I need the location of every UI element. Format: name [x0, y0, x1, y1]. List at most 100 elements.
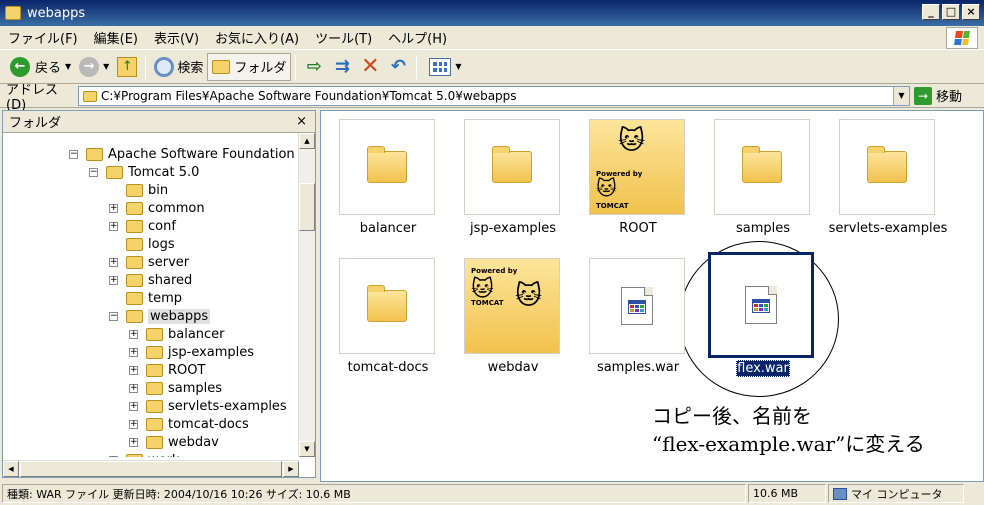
tree-item[interactable]: + shared [109, 271, 192, 289]
expand-icon[interactable]: + [109, 275, 118, 285]
toolbar: ← 戻る ▼ → ▼ ↑ 検索 フォルダ ⇨ ⇉ ✕ ↶ ▼ [0, 50, 984, 84]
folders-button[interactable]: フォルダ [207, 52, 292, 81]
folder-icon [146, 399, 163, 413]
menu-favorites[interactable]: お気に入り(A) [207, 28, 307, 47]
views-icon [429, 57, 452, 76]
dropdown-arrow-icon[interactable]: ▼ [65, 62, 71, 71]
thumbnail-frame [464, 119, 560, 215]
dropdown-arrow-icon[interactable]: ▼ [103, 62, 109, 71]
expand-icon[interactable]: + [129, 437, 138, 447]
address-dropdown-icon[interactable]: ▼ [893, 87, 909, 105]
expand-icon[interactable]: + [109, 455, 118, 457]
scroll-up-icon[interactable]: ▲ [299, 133, 315, 149]
tree-item[interactable]: + ROOT [129, 361, 205, 379]
thumbnail-frame [839, 119, 935, 215]
expand-icon[interactable]: + [129, 401, 138, 411]
go-label: 移動 [936, 90, 963, 105]
vertical-scrollbar[interactable]: ▲ ▼ [298, 133, 315, 457]
expand-icon[interactable]: + [129, 383, 138, 393]
tree-item[interactable]: + balancer [129, 325, 225, 343]
expand-icon[interactable]: + [109, 221, 118, 231]
tree-item-label: webapps [148, 308, 211, 324]
menu-tools[interactable]: ツール(T) [307, 28, 380, 47]
folder-icon [126, 453, 143, 457]
scroll-left-icon[interactable]: ◀ [3, 461, 19, 477]
status-location-label: マイ コンピュータ [851, 487, 943, 501]
search-button[interactable]: 検索 [150, 53, 207, 81]
tree-item[interactable]: + webdav [129, 433, 219, 451]
tree-item[interactable]: − Apache Software Foundation [69, 145, 295, 163]
tree-item[interactable]: + conf [109, 217, 176, 235]
folder-icon [126, 273, 143, 287]
forward-button[interactable]: → ▼ [75, 53, 113, 81]
folder-item[interactable]: servlets-examples [829, 113, 947, 243]
up-folder-icon: ↑ [117, 56, 138, 77]
menu-file[interactable]: ファイル(F) [0, 28, 86, 47]
up-folder-button[interactable]: ↑ [113, 53, 141, 81]
expand-icon[interactable]: + [129, 347, 138, 357]
status-location: マイ コンピュータ [828, 484, 964, 503]
folder-item[interactable]: balancer [333, 113, 443, 243]
tree-item[interactable]: + server [109, 253, 189, 271]
go-button[interactable]: → 移動 [914, 86, 962, 105]
close-button[interactable]: × [962, 4, 980, 20]
move-to-icon[interactable]: ⇨ [303, 56, 325, 77]
collapse-icon[interactable]: − [109, 311, 118, 321]
tree-item[interactable]: temp [109, 289, 182, 307]
tree-item-label: bin [148, 182, 169, 198]
back-button[interactable]: ← 戻る ▼ [6, 53, 75, 81]
address-input[interactable]: C:¥Program Files¥Apache Software Foundat… [78, 86, 910, 106]
tree-item[interactable]: bin [109, 181, 168, 199]
folder-pane-title: フォルダ [9, 116, 62, 131]
expand-icon[interactable]: + [109, 203, 118, 213]
folder-item[interactable]: jsp-examples [458, 113, 568, 243]
copy-to-icon[interactable]: ⇉ [331, 56, 353, 77]
tree-item[interactable]: − Tomcat 5.0 [89, 163, 199, 181]
tree-item[interactable]: logs [109, 235, 175, 253]
folder-item[interactable]: 🐱 🐱 Powered by TOMCAT webdav [458, 252, 568, 382]
tree-item[interactable]: + samples [129, 379, 222, 397]
views-button[interactable]: ▼ [421, 53, 465, 81]
expand-icon[interactable]: + [129, 329, 138, 339]
file-item[interactable]: samples.war [583, 252, 693, 382]
menu-help[interactable]: ヘルプ(H) [380, 28, 455, 47]
folder-item[interactable]: 🐱 🐱 Powered by TOMCAT ROOT [583, 113, 693, 243]
tree-item[interactable]: + tomcat-docs [129, 415, 249, 433]
folder-item[interactable]: tomcat-docs [333, 252, 443, 382]
tree-item-label: common [148, 200, 205, 216]
folder-icon [126, 219, 143, 233]
window-title: webapps [27, 5, 86, 21]
menu-view[interactable]: 表示(V) [146, 28, 207, 47]
scroll-thumb[interactable] [20, 461, 282, 477]
maximize-button[interactable]: □ [942, 4, 960, 20]
expand-icon[interactable]: + [129, 365, 138, 375]
folder-pane: フォルダ × − Apache Software Foundation − Tomca… [2, 110, 316, 478]
scroll-down-icon[interactable]: ▼ [299, 441, 315, 457]
collapse-icon[interactable]: − [89, 167, 98, 177]
tree-item-label: tomcat-docs [168, 416, 249, 432]
my-computer-icon [833, 487, 847, 500]
tree-item[interactable]: + servlets-examples [129, 397, 287, 415]
expand-icon[interactable]: + [109, 257, 118, 267]
menu-edit[interactable]: 編集(E) [86, 28, 146, 47]
collapse-icon[interactable]: − [69, 149, 78, 159]
tree-item[interactable]: − webapps [109, 307, 211, 325]
scroll-right-icon[interactable]: ▶ [283, 461, 299, 477]
minimize-button[interactable]: _ [922, 4, 940, 20]
horizontal-scrollbar[interactable]: ◀ ▶ [3, 460, 299, 477]
tree-item-label: jsp-examples [168, 344, 255, 360]
tree-item[interactable]: + common [109, 199, 205, 217]
folder-icon [742, 146, 782, 183]
undo-icon[interactable]: ↶ [387, 56, 409, 77]
war-file-icon [621, 287, 653, 325]
delete-icon[interactable]: ✕ [359, 54, 381, 79]
file-item[interactable]: flex.war [708, 252, 818, 382]
tomcat-brand-text: TOMCAT [596, 202, 629, 210]
tree-item[interactable]: + jsp-examples [129, 343, 254, 361]
folder-icon [126, 201, 143, 215]
close-icon[interactable]: × [296, 114, 307, 129]
folder-item[interactable]: samples [708, 113, 818, 243]
tree-item[interactable]: + work [109, 451, 179, 457]
expand-icon[interactable]: + [129, 419, 138, 429]
